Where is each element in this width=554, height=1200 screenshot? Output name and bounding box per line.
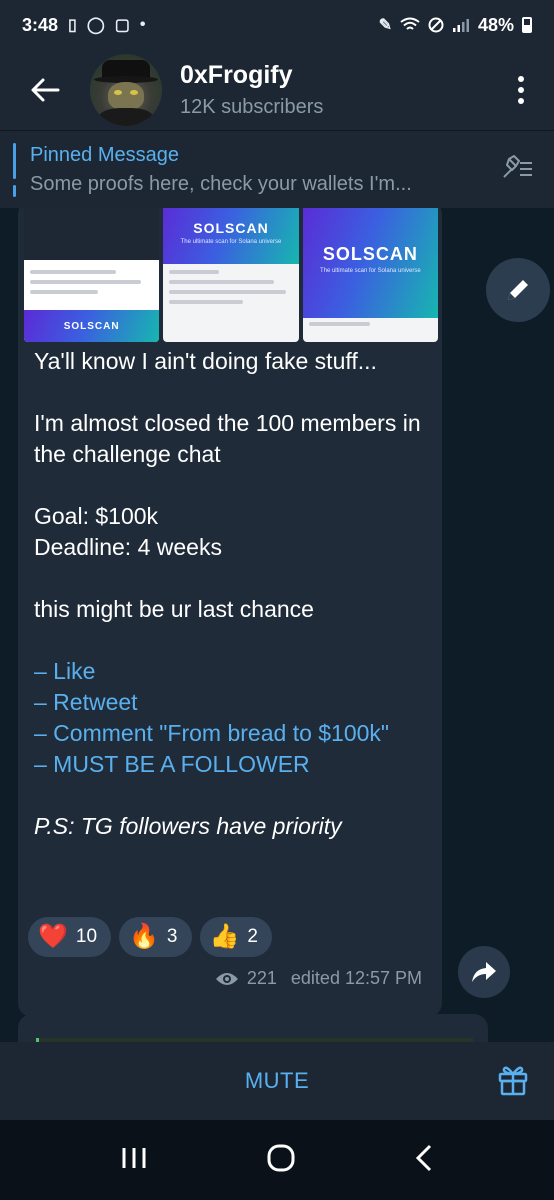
home-button[interactable] — [267, 1144, 295, 1177]
media-thumbnail[interactable]: SOLSCAN — [24, 208, 160, 342]
media-thumbnail[interactable]: SOLSCAN The ultimate scan for Solana uni… — [163, 208, 299, 342]
reactions-row: ❤️ 10 🔥 3 👍 2 — [28, 917, 272, 957]
channel-bottom-bar: MUTE — [0, 1042, 554, 1120]
chat-header: 0xFrogify 12K subscribers — [0, 50, 554, 130]
back-button[interactable] — [0, 77, 90, 103]
reaction-thumbs-up[interactable]: 👍 2 — [199, 917, 272, 957]
pen-icon: ✎ — [378, 17, 392, 34]
message-link[interactable]: – Like — [34, 656, 434, 687]
channel-info[interactable]: 0xFrogify 12K subscribers — [180, 61, 323, 119]
compose-button[interactable] — [486, 258, 550, 322]
ring-icon: ◯ — [86, 17, 105, 34]
wifi-icon — [400, 17, 420, 30]
message-line: Deadline: 4 weeks — [34, 534, 222, 560]
reaction-count: 10 — [75, 926, 98, 947]
channel-title: 0xFrogify — [180, 61, 293, 89]
home-icon — [267, 1144, 295, 1171]
reaction-heart[interactable]: ❤️ 10 — [28, 917, 112, 957]
pin-list-icon — [503, 155, 532, 178]
message-bubble[interactable]: SOLSCAN SOLSCAN The ultimate scan for So… — [18, 208, 442, 1017]
battery-icon — [522, 17, 532, 33]
system-navigation-bar — [0, 1120, 554, 1200]
fire-icon: 🔥 — [129, 923, 159, 950]
more-options-button[interactable] — [518, 76, 524, 104]
reaction-fire[interactable]: 🔥 3 — [119, 917, 192, 957]
media-album[interactable]: SOLSCAN SOLSCAN The ultimate scan for So… — [24, 208, 438, 342]
view-count: 221 — [246, 968, 277, 988]
status-dot: • — [139, 16, 146, 33]
system-back-button[interactable] — [414, 1144, 434, 1177]
message-link[interactable]: – Retweet — [34, 687, 434, 718]
chat-area[interactable]: SOLSCAN SOLSCAN The ultimate scan for So… — [0, 208, 554, 1042]
thumbnail-tagline: The ultimate scan for Solana universe — [319, 268, 421, 274]
message-paragraph: this might be ur last chance — [34, 596, 314, 622]
message-line: Goal: $100k — [34, 503, 159, 529]
thumbnail-brand: SOLSCAN — [322, 244, 418, 264]
chevron-left-icon — [416, 1144, 432, 1171]
notification-icon: ▯ — [68, 17, 77, 34]
message-text: Ya'll know I ain't doing fake stuff... I… — [34, 346, 434, 842]
recent-apps-icon — [122, 1147, 146, 1168]
more-vertical-icon — [518, 76, 524, 82]
pinned-preview: Some proofs here, check your wallets I'm… — [30, 172, 412, 195]
gift-button[interactable] — [498, 1064, 528, 1101]
media-thumbnail[interactable]: SOLSCAN The ultimate scan for Solana uni… — [302, 208, 438, 342]
subscriber-count: 12K subscribers — [180, 96, 324, 118]
pinned-title: Pinned Message — [30, 143, 179, 166]
thumbnail-brand: SOLSCAN — [193, 219, 269, 236]
chat-icon: ▢ — [114, 17, 130, 34]
pencil-icon — [508, 280, 528, 300]
dnd-icon — [428, 17, 444, 33]
share-forward-icon — [472, 962, 496, 982]
pinned-indicator — [13, 143, 16, 197]
pinned-list-button[interactable] — [500, 153, 534, 186]
thumbnail-brand: SOLSCAN — [63, 320, 120, 332]
eye-icon — [215, 972, 238, 985]
signal-icon — [452, 19, 469, 32]
message-paragraph: Ya'll know I ain't doing fake stuff... — [34, 348, 377, 374]
message-meta: 221 edited 12:57 PM — [215, 968, 422, 989]
recent-apps-button[interactable] — [120, 1146, 148, 1175]
battery-percent: 48% — [477, 14, 514, 35]
edited-timestamp: edited 12:57 PM — [290, 968, 422, 988]
status-time: 3:48 — [22, 14, 59, 35]
message-link[interactable]: – Comment "From bread to $100k" — [34, 718, 434, 749]
status-bar: 3:48 ▯ ◯ ▢ • ✎ 48% — [0, 0, 554, 50]
next-message-bubble[interactable] — [18, 1014, 488, 1042]
gift-icon — [498, 1066, 528, 1096]
thumbs-up-icon: 👍 — [209, 923, 240, 950]
channel-avatar[interactable] — [90, 54, 162, 126]
message-paragraph: I'm almost closed the 100 members in the… — [34, 410, 421, 467]
reaction-count: 3 — [166, 926, 178, 947]
message-link[interactable]: – MUST BE A FOLLOWER — [34, 749, 434, 780]
reaction-count: 2 — [247, 926, 258, 947]
back-arrow-icon — [31, 78, 60, 102]
forward-button[interactable] — [458, 946, 510, 998]
thumbnail-tagline: The ultimate scan for Solana universe — [180, 238, 282, 245]
pinned-message-bar[interactable]: Pinned Message Some proofs here, check y… — [0, 130, 554, 208]
message-footnote: P.S: TG followers have priority — [34, 813, 342, 839]
mute-button[interactable]: MUTE — [245, 1068, 309, 1094]
heart-icon: ❤️ — [38, 923, 68, 950]
